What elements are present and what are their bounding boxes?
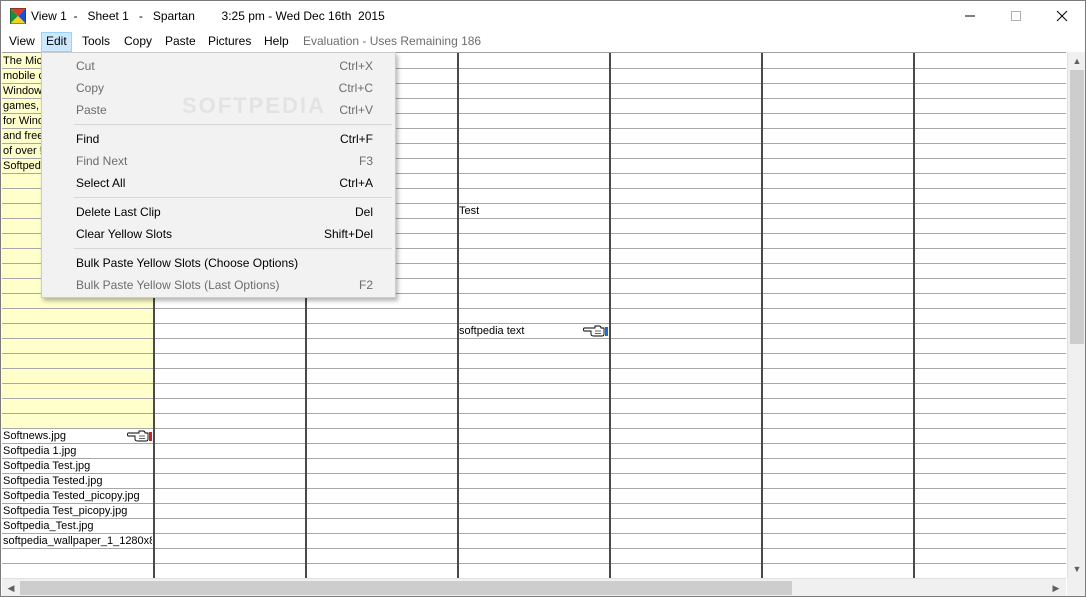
spartan-app-icon <box>10 8 26 24</box>
minimize-icon <box>965 15 975 17</box>
column-divider <box>457 53 459 578</box>
menu-help[interactable]: Help <box>259 32 294 52</box>
menu-item-find[interactable]: Find Ctrl+F <box>44 128 393 150</box>
grid-row-line <box>2 548 1066 549</box>
file-list-item[interactable]: Softpedia Tested.jpg <box>3 474 152 488</box>
title-bar[interactable]: View 1 - Sheet 1 - Spartan 3:25 pm - Wed… <box>1 1 1085 32</box>
menu-item-find-next[interactable]: Find Next F3 <box>44 150 393 172</box>
file-list-item[interactable]: Softpedia Test_picopy.jpg <box>3 504 152 518</box>
pointing-hand-icon <box>583 325 608 337</box>
grid-row-line <box>2 563 1066 564</box>
file-list-item[interactable]: Softnews.jpg <box>3 429 129 443</box>
grid-row-line <box>2 443 1066 444</box>
menu-view[interactable]: View <box>4 32 40 52</box>
scrollbar-corner <box>1067 578 1085 596</box>
menu-item-delete-last-clip[interactable]: Delete Last Clip Del <box>44 201 393 223</box>
evaluation-status: Evaluation - Uses Remaining 186 <box>303 34 482 48</box>
grid-row-line <box>2 413 1066 414</box>
horizontal-scrollbar[interactable]: ◀ ▶ <box>2 578 1066 596</box>
grid-row-line <box>2 518 1066 519</box>
file-list-item[interactable]: Softpedia Tested_picopy.jpg <box>3 489 152 503</box>
minimize-button[interactable] <box>947 1 993 31</box>
scroll-right-arrow-icon[interactable]: ▶ <box>1048 580 1064 596</box>
clip-cell[interactable]: softpedia text <box>459 324 579 338</box>
scroll-up-arrow-icon[interactable]: ▲ <box>1069 53 1085 69</box>
horizontal-scroll-thumb[interactable] <box>20 581 792 595</box>
close-icon <box>1056 10 1068 22</box>
grid-row-line <box>2 488 1066 489</box>
menu-paste[interactable]: Paste <box>160 32 201 52</box>
grid-row-line <box>2 503 1066 504</box>
pointing-hand-icon <box>127 430 152 442</box>
vertical-scrollbar[interactable]: ▲ ▼ <box>1067 52 1085 578</box>
column-divider <box>761 53 763 578</box>
maximize-icon <box>1011 11 1021 21</box>
menu-item-select-all[interactable]: Select All Ctrl+A <box>44 172 393 194</box>
menu-separator <box>74 124 392 125</box>
menu-bar: View Edit Tools Copy Paste Pictures Help… <box>1 32 1085 52</box>
column-divider <box>609 53 611 578</box>
grid-row-line <box>2 308 1066 309</box>
menu-tools[interactable]: Tools <box>77 32 115 52</box>
grid-row-line <box>2 428 1066 429</box>
menu-item-clear-yellow-slots[interactable]: Clear Yellow Slots Shift+Del <box>44 223 393 245</box>
grid-row-line <box>2 368 1066 369</box>
menu-item-bulk-paste-choose[interactable]: Bulk Paste Yellow Slots (Choose Options) <box>44 252 393 274</box>
grid-row-line <box>2 353 1066 354</box>
edit-menu-dropdown: SOFTPEDIA Cut Ctrl+X Copy Ctrl+C Paste C… <box>41 52 396 298</box>
grid-row-line <box>2 458 1066 459</box>
menu-item-bulk-paste-last[interactable]: Bulk Paste Yellow Slots (Last Options) F… <box>44 274 393 296</box>
app-window: View 1 - Sheet 1 - Spartan 3:25 pm - Wed… <box>0 0 1086 597</box>
menu-item-paste[interactable]: Paste Ctrl+V <box>44 99 393 121</box>
scroll-left-arrow-icon[interactable]: ◀ <box>3 580 19 596</box>
grid-row-line <box>2 533 1066 534</box>
maximize-button[interactable] <box>993 1 1039 31</box>
grid-row-line <box>2 398 1066 399</box>
grid-row-line <box>2 383 1066 384</box>
menu-item-cut[interactable]: Cut Ctrl+X <box>44 55 393 77</box>
file-list-item[interactable]: Softpedia 1.jpg <box>3 444 152 458</box>
window-title: View 1 - Sheet 1 - Spartan 3:25 pm - Wed… <box>31 9 385 23</box>
file-list-item[interactable]: Softpedia_Test.jpg <box>3 519 152 533</box>
grid-row-line <box>2 473 1066 474</box>
menu-edit[interactable]: Edit <box>41 32 72 52</box>
clip-cell[interactable]: Test <box>459 204 607 218</box>
menu-pictures[interactable]: Pictures <box>203 32 256 52</box>
column-divider <box>913 53 915 578</box>
menu-copy[interactable]: Copy <box>119 32 157 52</box>
menu-separator <box>74 248 392 249</box>
menu-item-copy[interactable]: Copy Ctrl+C <box>44 77 393 99</box>
grid-row-line <box>2 338 1066 339</box>
file-list-item[interactable]: Softpedia Test.jpg <box>3 459 152 473</box>
vertical-scroll-thumb[interactable] <box>1070 70 1084 344</box>
menu-separator <box>74 197 392 198</box>
scroll-down-arrow-icon[interactable]: ▼ <box>1069 561 1085 577</box>
close-button[interactable] <box>1039 1 1085 31</box>
file-list-item[interactable]: softpedia_wallpaper_1_1280x8 <box>3 534 152 548</box>
